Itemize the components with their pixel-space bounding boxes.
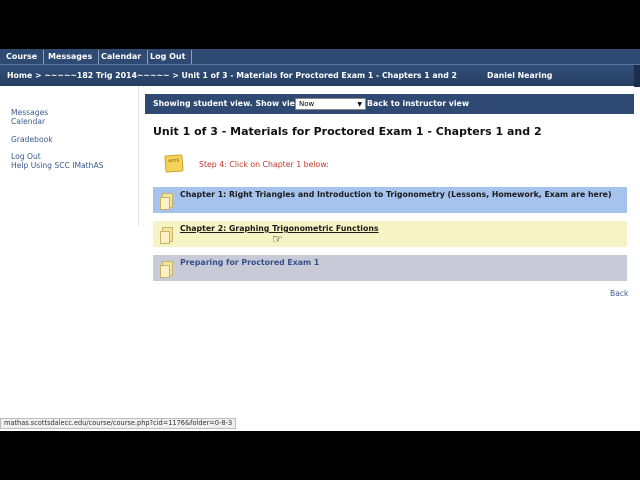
nav-logout-tab[interactable]: Log Out (144, 50, 193, 64)
nav-messages-tab[interactable]: Messages (42, 50, 100, 64)
note-icon-text: NOTE (168, 157, 180, 164)
crumbbar-edge (634, 65, 640, 87)
step-instruction: Step 4: Click on Chapter 1 below: (199, 160, 329, 169)
top-navigation: Course Messages Calendar Log Out (0, 49, 640, 64)
folder-chapter-1[interactable]: Chapter 1: Right Triangles and Introduct… (153, 187, 627, 213)
breadcrumb[interactable]: Home > ~~~~~182 Trig 2014~~~~~ > Unit 1 … (7, 71, 457, 80)
view-select[interactable]: Now ▼ (295, 98, 366, 110)
sidebar-item-messages[interactable]: Messages (11, 108, 48, 117)
nav-course-tab[interactable]: Course (0, 50, 45, 64)
hand-cursor-icon: ☞ (272, 232, 283, 246)
user-name: Daniel Nearing (487, 71, 553, 80)
back-link[interactable]: Back (610, 289, 628, 298)
folder-icon[interactable] (160, 261, 173, 278)
sidebar-item-logout[interactable]: Log Out (11, 152, 41, 161)
student-view-bar: Showing student view. Show view: Now ▼ B… (145, 94, 634, 114)
sidebar-item-help[interactable]: Help Using SCC IMathAS (11, 161, 104, 170)
page-title: Unit 1 of 3 - Materials for Proctored Ex… (153, 125, 542, 138)
status-bar-url: mathas.scottsdalecc.edu/course/course.ph… (0, 418, 237, 429)
view-label: Showing student view. Show view: (153, 99, 306, 108)
back-to-instructor-link[interactable]: Back to instructor view (367, 99, 469, 108)
nav-calendar-tab[interactable]: Calendar (95, 50, 149, 64)
folder-title[interactable]: Chapter 1: Right Triangles and Introduct… (180, 190, 612, 199)
breadcrumb-bar: Home > ~~~~~182 Trig 2014~~~~~ > Unit 1 … (0, 64, 640, 87)
view-select-value: Now (299, 100, 315, 108)
sidebar: Messages Calendar Gradebook Log Out Help… (0, 86, 139, 226)
folder-preparing-exam[interactable]: Preparing for Proctored Exam 1 (153, 255, 627, 281)
sidebar-item-gradebook[interactable]: Gradebook (11, 135, 53, 144)
folder-title[interactable]: Preparing for Proctored Exam 1 (180, 258, 319, 267)
folder-icon[interactable] (160, 193, 173, 210)
note-icon: NOTE (164, 154, 184, 173)
sidebar-item-calendar[interactable]: Calendar (11, 117, 45, 126)
chevron-down-icon: ▼ (357, 101, 362, 108)
folder-icon[interactable] (160, 227, 173, 244)
browser-viewport: Course Messages Calendar Log Out Home > … (0, 49, 640, 431)
folder-chapter-2[interactable]: Chapter 2: Graphing Trigonometric Functi… (153, 221, 627, 247)
